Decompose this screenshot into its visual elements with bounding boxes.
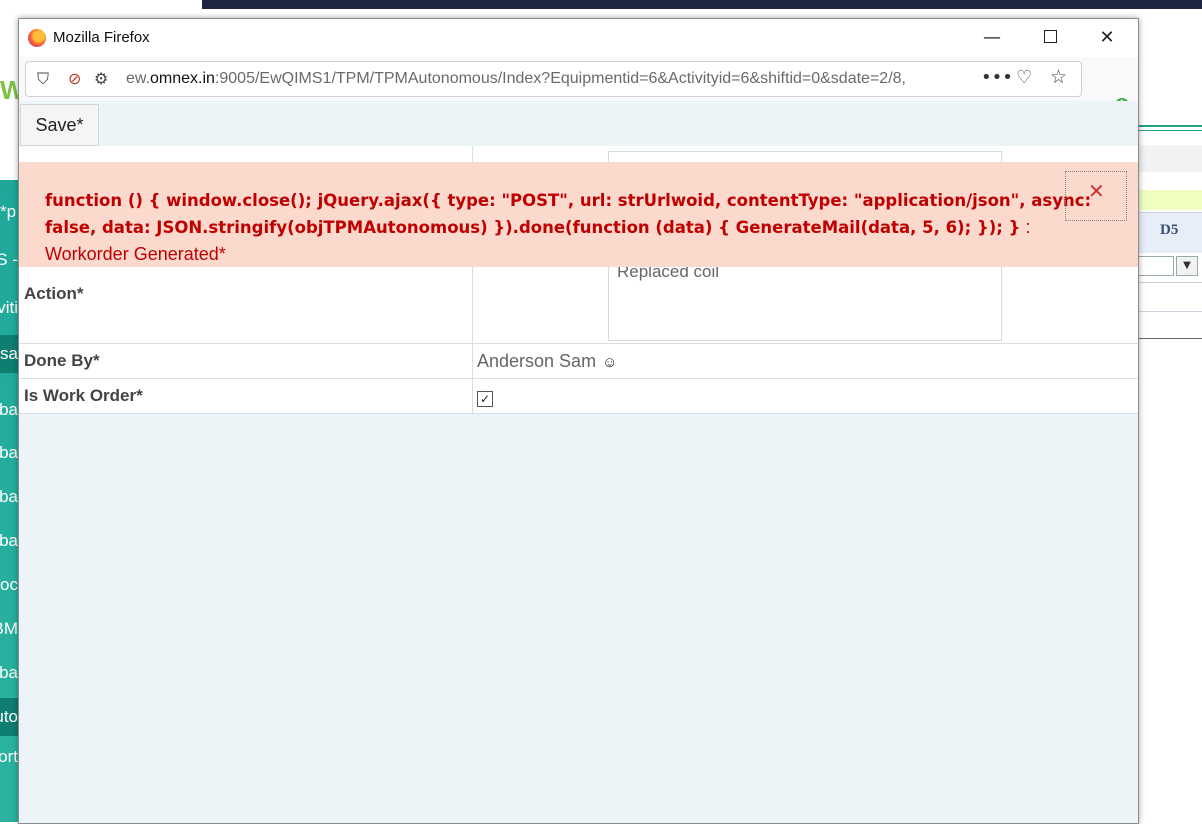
work-order-label: Is Work Order* — [24, 386, 143, 405]
background-logo: W — [0, 75, 18, 105]
popup-window: Mozilla Firefox — ✕ ⛉ ⊘ ⚙ ew.omnex.in:90… — [18, 18, 1139, 824]
row-divider — [19, 413, 1138, 414]
background-highlight-row — [1138, 190, 1202, 210]
url-prefix: ew. — [126, 70, 151, 87]
alert-message: function () { window.close(); jQuery.aja… — [45, 188, 1115, 268]
maximize-button[interactable] — [1027, 23, 1073, 53]
sidebar-fragment-active[interactable]: uto — [0, 698, 18, 736]
work-order-checkbox[interactable]: ✓ — [477, 391, 493, 407]
title-bar[interactable]: Mozilla Firefox — ✕ — [19, 19, 1138, 57]
minimize-button[interactable]: — — [969, 23, 1015, 53]
sidebar-fragment[interactable]: ba — [0, 663, 18, 683]
grid-row — [1138, 282, 1202, 312]
grid-bottom-border — [1138, 338, 1202, 339]
address-bar[interactable]: ⛉ ⊘ ⚙ ew.omnex.in:9005/EwQIMS1/TPM/TPMAu… — [25, 61, 1082, 97]
window-title: Mozilla Firefox — [53, 29, 150, 46]
background-grid: D5 ▼ — [1138, 0, 1202, 822]
sidebar-fragment[interactable]: ba — [0, 443, 18, 463]
alert-code: function () { window.close(); jQuery.aja… — [45, 191, 1092, 237]
page-toolbar: Save* — [19, 101, 1138, 147]
sidebar-fragment[interactable]: BM — [0, 619, 18, 639]
sidebar-fragment[interactable]: roc — [0, 575, 18, 595]
microphone-blocked-icon[interactable]: ⊘ — [68, 69, 81, 89]
done-by-value: Anderson Sam — [477, 351, 597, 371]
pocket-icon[interactable]: ♡ — [1016, 68, 1032, 88]
action-label: Action* — [24, 284, 84, 303]
permissions-icon[interactable]: ⚙ — [94, 69, 108, 89]
url-domain: omnex.in — [150, 70, 215, 87]
url-text[interactable]: ew.omnex.in:9005/EwQIMS1/TPM/TPMAutonomo… — [126, 70, 906, 88]
tracking-shield-icon[interactable]: ⛉ — [37, 69, 49, 89]
firefox-logo-icon — [28, 29, 46, 47]
grid-select[interactable] — [1138, 256, 1174, 276]
sidebar-fragment[interactable]: ba — [0, 400, 18, 420]
navigation-bar: ⛉ ⊘ ⚙ ew.omnex.in:9005/EwQIMS1/TPM/TPMAu… — [19, 57, 1138, 130]
sidebar-fragment[interactable]: ba — [0, 487, 18, 507]
error-alert: function () { window.close(); jQuery.aja… — [19, 162, 1138, 267]
background-topbar — [202, 0, 1202, 9]
background-band — [1138, 145, 1202, 172]
user-picker-icon[interactable]: ☺ — [602, 354, 617, 371]
page-actions-menu[interactable]: ••• — [981, 67, 1013, 88]
background-sidebar: p* - S viti sa ba ba ba ba roc BM ba uto… — [0, 180, 18, 822]
close-window-button[interactable]: ✕ — [1084, 23, 1130, 53]
row-divider — [19, 378, 1138, 379]
row-divider — [19, 343, 1138, 344]
sidebar-fragment[interactable]: - S — [0, 250, 18, 270]
done-by-field[interactable]: Anderson Sam ☺ — [477, 351, 617, 372]
save-button[interactable]: Save* — [20, 104, 99, 146]
grid-select-dropdown-icon[interactable]: ▼ — [1176, 256, 1198, 276]
sidebar-fragment[interactable]: ort — [0, 747, 18, 767]
sidebar-fragment[interactable]: ba — [0, 531, 18, 551]
background-divider — [1138, 125, 1202, 127]
sidebar-fragment[interactable]: viti — [0, 298, 18, 318]
background-divider — [1138, 130, 1202, 131]
sidebar-fragment[interactable]: p* — [0, 202, 18, 222]
url-path: :9005/EwQIMS1/TPM/TPMAutonomous/Index?Eq… — [214, 70, 906, 87]
done-by-label: Done By* — [24, 351, 100, 370]
sidebar-fragment-active[interactable]: sa — [0, 335, 18, 373]
bookmark-star-icon[interactable]: ☆ — [1050, 67, 1067, 87]
alert-close-icon[interactable]: ✕ — [1065, 171, 1127, 221]
column-header-d5: D5 — [1160, 222, 1179, 238]
maximize-icon — [1043, 30, 1057, 43]
